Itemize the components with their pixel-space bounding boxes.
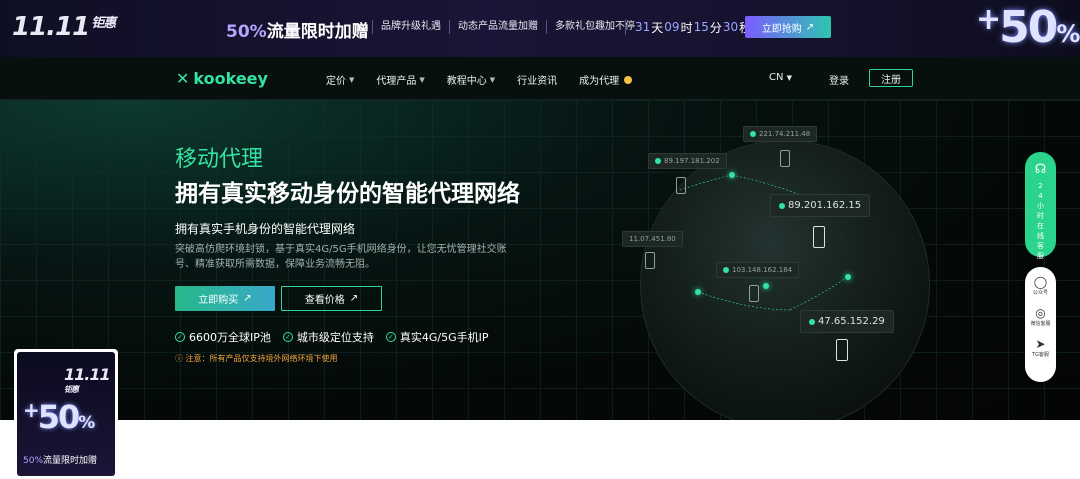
wechat-service-button[interactable]: ◎ 微信客服 bbox=[1030, 306, 1050, 327]
promo-perks: 品牌升级礼遇 动态产品流量加赠 多款礼包趣加不停 bbox=[372, 20, 643, 34]
ip-label: 103.148.162.184 bbox=[716, 262, 800, 278]
check-circle-icon: ✓ bbox=[175, 332, 185, 342]
node-dot bbox=[729, 172, 735, 178]
feature-item: ✓ 城市级定位支持 bbox=[282, 329, 374, 345]
telegram-icon: ➤ bbox=[1035, 337, 1046, 351]
arrow-up-right-icon: ↗ bbox=[243, 293, 252, 304]
buy-now-button[interactable]: 立即购买 ↗ bbox=[175, 286, 275, 311]
floating-promo-card[interactable]: 11.11钜惠 +50% 50%流量限时加赠 bbox=[14, 349, 118, 479]
nav-item-news[interactable]: 行业资讯 bbox=[517, 72, 557, 87]
hero-description: 突破高仿爬环境封锁，基于真实4G/5G手机网络身份，让您无忧管理社交账号、精准获… bbox=[175, 244, 507, 270]
location-pin-icon bbox=[723, 267, 729, 273]
promo-buy-button[interactable]: 立即抢购 ↗ bbox=[745, 16, 831, 38]
phone-icon bbox=[749, 285, 759, 302]
language-selector[interactable]: CN ▼ bbox=[769, 72, 792, 83]
nav-menu: 定价 ▼ 代理产品 ▼ 教程中心 ▼ 行业资讯 成为代理 bbox=[326, 72, 633, 88]
top-nav: ✕ kookeey 定价 ▼ 代理产品 ▼ 教程中心 ▼ 行业资讯 成为代理 CN ▼ … bbox=[0, 57, 1080, 100]
location-pin-icon bbox=[809, 318, 815, 325]
location-pin-icon bbox=[655, 158, 661, 164]
phone-icon bbox=[676, 177, 686, 194]
hero-title: 拥有真实移动身份的智能代理网络 bbox=[175, 181, 520, 207]
float-caption: 50%流量限时加赠 bbox=[23, 456, 98, 466]
promo-countdown: 31天 09时 15分 30秒 bbox=[625, 19, 751, 35]
online-support-button[interactable]: ☊ 24小时在线客服 bbox=[1025, 152, 1056, 260]
chevron-down-icon: ▼ bbox=[489, 75, 496, 84]
node-dot bbox=[845, 274, 851, 280]
float-plus50-badge: +50% bbox=[23, 398, 95, 436]
phone-icon bbox=[780, 150, 790, 167]
chevron-down-icon: ▼ bbox=[349, 75, 355, 84]
info-icon: ⓘ bbox=[175, 354, 183, 363]
headset-icon: ☊ bbox=[1034, 162, 1047, 177]
hero-subtitle: 拥有真实手机身份的智能代理网络 bbox=[175, 222, 356, 236]
ip-label: 47.65.152.29 bbox=[800, 310, 894, 333]
ip-label: 89.201.162.15 bbox=[770, 194, 871, 217]
view-pricing-button[interactable]: 查看价格 ↗ bbox=[281, 286, 382, 311]
promo-plus50-badge: +50% bbox=[976, 2, 1080, 53]
brand-logo[interactable]: ✕ kookeey bbox=[176, 69, 268, 88]
phone-icon bbox=[813, 226, 825, 248]
promo-perk: 动态产品流量加赠 bbox=[449, 20, 546, 34]
ip-label: 11.07.451.80 bbox=[622, 231, 683, 247]
check-circle-icon: ✓ bbox=[282, 332, 293, 342]
wechat-official-button[interactable]: ◯ 公众号 bbox=[1033, 275, 1048, 296]
feature-item: ✓ 6600万全球IP池 bbox=[175, 329, 271, 345]
nav-item-become-agent[interactable]: 成为代理 bbox=[579, 72, 633, 87]
login-link[interactable]: 登录 bbox=[829, 72, 849, 87]
arrow-up-right-icon: ↗ bbox=[805, 21, 815, 33]
chevron-down-icon: ▼ bbox=[786, 74, 793, 82]
node-dot bbox=[763, 283, 769, 289]
nav-item-products[interactable]: 代理产品 ▼ bbox=[376, 72, 425, 88]
ip-label: 89.197.181.202 bbox=[648, 153, 727, 169]
ip-label: 221.74.211.48 bbox=[743, 126, 818, 142]
phone-icon bbox=[836, 339, 848, 361]
register-button[interactable]: 注册 bbox=[869, 69, 913, 87]
notice-text: ⓘ 注意：所有产品仅支持境外网络环境下使用 bbox=[175, 354, 338, 363]
promo-perk: 品牌升级礼遇 bbox=[372, 20, 449, 34]
location-pin-icon bbox=[750, 131, 756, 137]
phone-icon bbox=[645, 252, 655, 269]
kookeey-logo-icon: ✕ bbox=[176, 69, 190, 88]
node-dot bbox=[695, 289, 701, 295]
location-pin-icon bbox=[779, 202, 785, 209]
telegram-service-button[interactable]: ➤ TG客服 bbox=[1032, 337, 1049, 358]
feature-item: ✓ 真实4G/5G手机IP bbox=[385, 329, 489, 345]
chat-bubble-icon: ◯ bbox=[1033, 275, 1048, 289]
side-dock: ☊ 24小时在线客服 ◯ 公众号 ◎ 微信客服 ➤ TG客服 bbox=[1025, 152, 1056, 382]
coin-icon bbox=[624, 75, 633, 84]
hero-section: 移动代理 拥有真实移动身份的智能代理网络 拥有真实手机身份的智能代理网络 突破高… bbox=[0, 100, 1080, 420]
promo-headline: 50%流量限时加赠 bbox=[226, 22, 369, 42]
promo-banner[interactable]: 11.11 钜惠 50%流量限时加赠 品牌升级礼遇 动态产品流量加赠 多款礼包趣加… bbox=[0, 0, 1080, 57]
arrow-up-right-icon: ↗ bbox=[349, 293, 359, 304]
hero-tag: 移动代理 bbox=[175, 147, 264, 172]
promo-1111-logo: 11.11 钜惠 bbox=[12, 12, 116, 42]
feature-list: ✓ 6600万全球IP池 ✓ 城市级定位支持 ✓ 真实4G/5G手机IP bbox=[175, 329, 489, 345]
nav-item-pricing[interactable]: 定价 ▼ bbox=[326, 72, 355, 88]
nav-item-tutorials[interactable]: 教程中心 ▼ bbox=[447, 72, 496, 88]
contact-panel: ◯ 公众号 ◎ 微信客服 ➤ TG客服 bbox=[1025, 267, 1056, 382]
chevron-down-icon: ▼ bbox=[419, 75, 425, 84]
wechat-icon: ◎ bbox=[1035, 306, 1046, 320]
check-circle-icon: ✓ bbox=[385, 332, 396, 342]
